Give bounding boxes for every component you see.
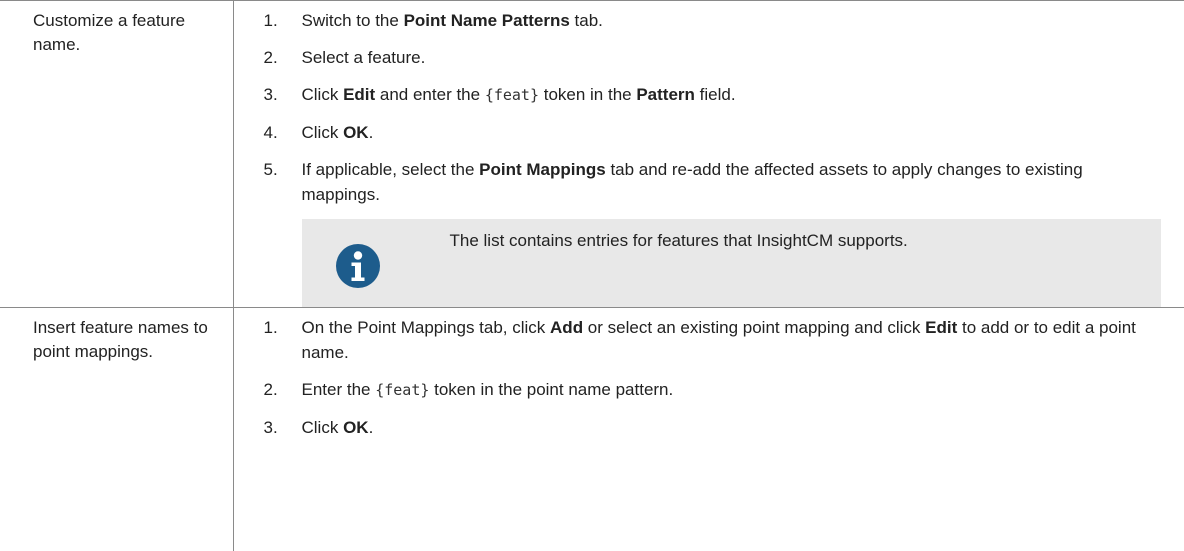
step-text: On the Point Mappings tab, click Add or … bbox=[302, 315, 1184, 365]
task-label: Insert feature names to point mappings. bbox=[33, 318, 208, 361]
step-item: 5. If applicable, select the Point Mappi… bbox=[264, 157, 1184, 207]
ui-term: Edit bbox=[925, 318, 957, 337]
task-cell: Insert feature names to point mappings. bbox=[0, 308, 233, 551]
step-text: Select a feature. bbox=[302, 45, 1184, 70]
step-item: 3. Click Edit and enter the {feat} token… bbox=[264, 82, 1184, 108]
step-text: Click OK. bbox=[302, 415, 1184, 440]
step-number: 1. bbox=[264, 8, 302, 33]
step-list: 1. Switch to the Point Name Patterns tab… bbox=[264, 8, 1184, 207]
ui-term: Point Name Patterns bbox=[404, 11, 570, 30]
steps-cell: 1. Switch to the Point Name Patterns tab… bbox=[233, 1, 1184, 308]
step-item: 1. On the Point Mappings tab, click Add … bbox=[264, 315, 1184, 365]
step-list: 1. On the Point Mappings tab, click Add … bbox=[264, 315, 1184, 440]
ui-term: Point Mappings bbox=[479, 160, 606, 179]
step-text: Enter the {feat} token in the point name… bbox=[302, 377, 1184, 403]
step-item: 2. Select a feature. bbox=[264, 45, 1184, 70]
step-number: 1. bbox=[264, 315, 302, 365]
steps-cell: 1. On the Point Mappings tab, click Add … bbox=[233, 308, 1184, 551]
task-cell: Customize a feature name. bbox=[0, 1, 233, 308]
note-text: The list contains entries for features t… bbox=[395, 219, 908, 253]
step-number: 2. bbox=[264, 377, 302, 403]
table-row: Insert feature names to point mappings. … bbox=[0, 308, 1184, 551]
step-number: 3. bbox=[264, 82, 302, 108]
step-number: 3. bbox=[264, 415, 302, 440]
step-item: 1. Switch to the Point Name Patterns tab… bbox=[264, 8, 1184, 33]
ui-term: OK bbox=[343, 418, 369, 437]
info-note: The list contains entries for features t… bbox=[302, 219, 1162, 307]
ui-term: Pattern bbox=[636, 85, 695, 104]
info-icon bbox=[335, 243, 381, 289]
task-table: Customize a feature name. 1. Switch to t… bbox=[0, 0, 1184, 551]
step-number: 2. bbox=[264, 45, 302, 70]
step-item: 2. Enter the {feat} token in the point n… bbox=[264, 377, 1184, 403]
token-code: {feat} bbox=[485, 86, 539, 104]
step-item: 3. Click OK. bbox=[264, 415, 1184, 440]
task-label: Customize a feature name. bbox=[33, 11, 185, 54]
step-text: If applicable, select the Point Mappings… bbox=[302, 157, 1184, 207]
ui-term: Add bbox=[550, 318, 583, 337]
step-number: 5. bbox=[264, 157, 302, 207]
step-number: 4. bbox=[264, 120, 302, 145]
token-code: {feat} bbox=[375, 381, 429, 399]
step-item: 4. Click OK. bbox=[264, 120, 1184, 145]
ui-term: OK bbox=[343, 123, 369, 142]
step-text: Click Edit and enter the {feat} token in… bbox=[302, 82, 1184, 108]
ui-term: Edit bbox=[343, 85, 375, 104]
step-text: Click OK. bbox=[302, 120, 1184, 145]
step-text: Switch to the Point Name Patterns tab. bbox=[302, 8, 1184, 33]
table-row: Customize a feature name. 1. Switch to t… bbox=[0, 1, 1184, 308]
